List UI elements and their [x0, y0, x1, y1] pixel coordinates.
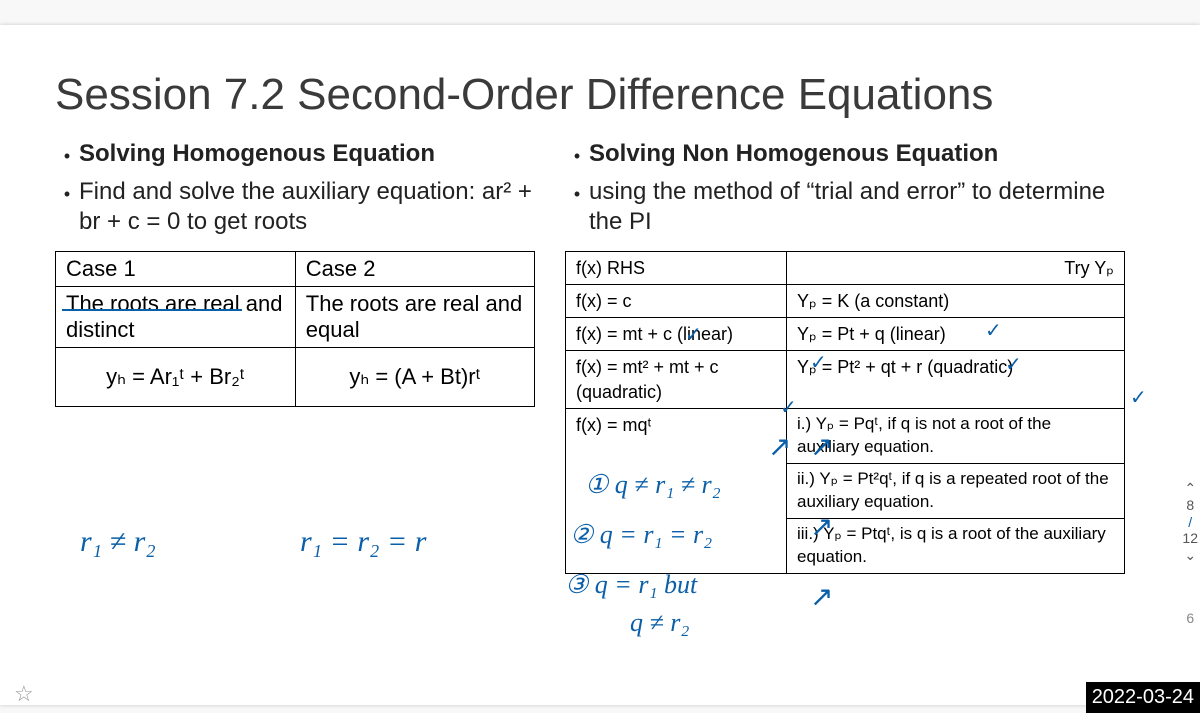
case1-text: The roots are real and distinct — [66, 291, 282, 342]
trial-head-r: Try Yₚ — [787, 251, 1125, 284]
trial-row2-l: f(x) = mt + c (linear) — [566, 318, 787, 351]
left-bullet-1: • Solving Homogenous Equation — [55, 139, 535, 169]
tick-icon: ✓ — [810, 350, 827, 375]
trial-row4-r2: ii.) Yₚ = Pt²qᵗ, if q is a repeated root… — [787, 463, 1125, 518]
right-bullet-2-text: using the method of “trial and error” to… — [589, 177, 1145, 237]
hand-note-3: ① q ≠ r₁ ≠ r₂ — [585, 470, 721, 500]
hand-note-1: r₁ ≠ r₂ — [80, 525, 156, 559]
side-12: 12 — [1182, 530, 1198, 547]
tick-icon: ✓ — [1130, 385, 1147, 410]
bullet-dot-icon: • — [55, 139, 79, 168]
case2-head: Case 2 — [295, 251, 534, 286]
arrow-icon: ↗ — [768, 430, 791, 464]
tick-icon: ✓ — [780, 395, 797, 420]
right-bullet-1-text: Solving Non Homogenous Equation — [589, 139, 998, 169]
cases-table: Case 1 Case 2 The roots are real and dis… — [55, 251, 535, 407]
left-bullet-2-text: Find and solve the auxiliary equation: a… — [79, 177, 535, 237]
trial-row1-l: f(x) = c — [566, 284, 787, 317]
side-readout: ⌃ 8 / 12 ⌄ 6 — [1182, 480, 1198, 627]
side-slash: / — [1188, 514, 1192, 530]
side-down[interactable]: ⌄ — [1182, 547, 1198, 564]
arrow-icon: ↗ — [810, 580, 833, 614]
right-column: • Solving Non Homogenous Equation • usin… — [565, 139, 1145, 574]
case1-y: yₕ = Ar₁ᵗ + Br₂ᵗ — [56, 347, 296, 406]
hand-note-2: r₁ = r₂ = r — [300, 525, 426, 559]
bullet-dot-icon: • — [55, 177, 79, 206]
hand-note-6: q ≠ r₂ — [630, 608, 689, 638]
tick-icon: ✓ — [1005, 352, 1022, 377]
case1-head: Case 1 — [56, 251, 296, 286]
hand-note-4: ② q = r₁ = r₂ — [570, 520, 712, 550]
hand-note-5: ③ q = r₁ but — [565, 570, 697, 600]
side-6: 6 — [1182, 610, 1198, 627]
right-bullet-2: • using the method of “trial and error” … — [565, 177, 1145, 237]
left-bullet-2: • Find and solve the auxiliary equation:… — [55, 177, 535, 237]
side-8: 8 — [1182, 497, 1198, 514]
star-icon[interactable]: ☆ — [14, 681, 34, 707]
trial-row3-r: Yₚ = Pt² + qt + r (quadratic) — [787, 351, 1125, 409]
trial-head-l: f(x) RHS — [566, 251, 787, 284]
trial-row1-r: Yₚ = K (a constant) — [787, 284, 1125, 317]
trial-row4-r1: i.) Yₚ = Pqᵗ, if q is not a root of the … — [787, 409, 1125, 464]
arrow-icon: ↗ — [810, 510, 833, 544]
columns: • Solving Homogenous Equation • Find and… — [55, 139, 1145, 574]
arrow-icon: ↗ — [810, 430, 833, 464]
side-up[interactable]: ⌃ — [1182, 480, 1198, 497]
trial-row4-r3: iii.) Yₚ = Ptqᵗ, is q is a root of the a… — [787, 518, 1125, 573]
trial-row3-l: f(x) = mt² + mt + c (quadratic) — [566, 351, 787, 409]
slide-title: Session 7.2 Second-Order Difference Equa… — [55, 70, 1145, 121]
bullet-dot-icon: • — [565, 177, 589, 206]
case2-text: The roots are real and equal — [295, 286, 534, 347]
bullet-dot-icon: • — [565, 139, 589, 168]
left-bullet-1-text: Solving Homogenous Equation — [79, 139, 435, 169]
left-column: • Solving Homogenous Equation • Find and… — [55, 139, 535, 574]
timestamp-label: 2022-03-24 — [1086, 682, 1200, 713]
trial-row2-r: Yₚ = Pt + q (linear) — [787, 318, 1125, 351]
case2-y: yₕ = (A + Bt)rᵗ — [295, 347, 534, 406]
underline-annotation — [62, 309, 242, 311]
tick-icon: ✓ — [685, 322, 702, 347]
right-bullet-1: • Solving Non Homogenous Equation — [565, 139, 1145, 169]
tick-icon: ✓ — [985, 318, 1002, 343]
